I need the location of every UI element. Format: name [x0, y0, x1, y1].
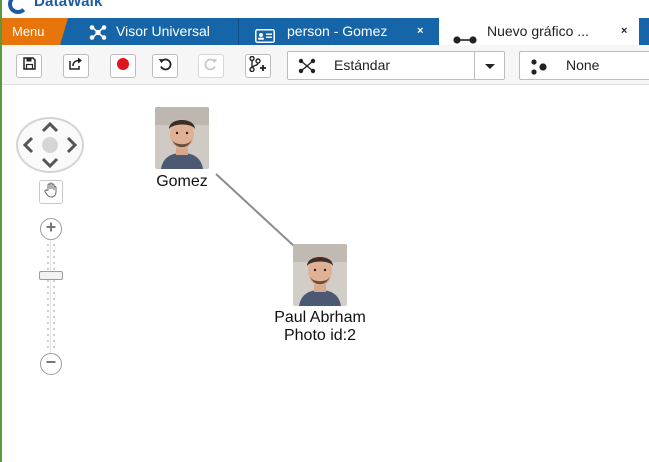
node-label-paul: Paul Abrham Photo id:2 — [260, 309, 380, 345]
app-window: DataWalk Menu Visor Universal person - G… — [0, 0, 649, 462]
node-name: Gomez — [156, 173, 208, 190]
person-photo-icon — [155, 107, 209, 169]
person-photo-icon — [293, 244, 347, 306]
edge-line — [215, 173, 295, 247]
node-photo-paul[interactable] — [293, 244, 347, 306]
node-label-gomez: Gomez — [147, 173, 217, 191]
graph-edges — [215, 173, 295, 247]
node-name: Paul Abrham — [274, 309, 366, 326]
node-photo-id: Photo id:2 — [283, 327, 357, 344]
node-photo-gomez[interactable] — [155, 107, 209, 169]
